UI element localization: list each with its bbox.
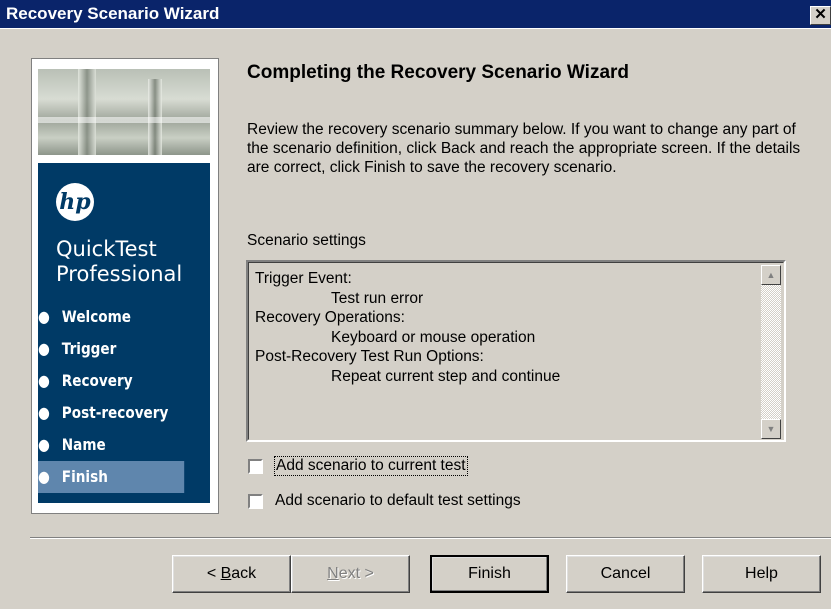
bullet-icon: ● xyxy=(38,339,50,358)
back-prefix: < xyxy=(206,565,221,582)
summary-post-value: Repeat current step and continue xyxy=(331,367,561,385)
summary-recovery-value: Keyboard or mouse operation xyxy=(331,328,536,346)
add-to-default-settings-label[interactable]: Add scenario to default test settings xyxy=(275,492,521,510)
back-button[interactable]: < Back xyxy=(172,555,291,593)
summary-post-heading: Post-Recovery Test Run Options: xyxy=(255,348,484,365)
add-to-current-test-checkbox[interactable] xyxy=(248,459,263,474)
step-label: Trigger xyxy=(61,339,117,358)
button-separator xyxy=(30,537,831,539)
back-mnemonic: B xyxy=(220,565,232,582)
bullet-icon: ● xyxy=(38,403,50,422)
back-rest: ack xyxy=(231,565,257,582)
summary-text: Trigger Event: Test run error Recovery O… xyxy=(255,269,560,386)
step-post-recovery: ● Post-recovery xyxy=(38,397,184,429)
product-line-2: Professional xyxy=(56,262,183,286)
bullet-icon: ● xyxy=(38,435,50,454)
wizard-steps: ● Welcome ● Trigger ● Recovery ● Post-recove… xyxy=(38,301,210,493)
help-button[interactable]: Help xyxy=(702,555,821,593)
arrow-up-icon: ▲ xyxy=(766,270,776,280)
bullet-icon: ● xyxy=(38,371,50,390)
arrow-down-icon: ▼ xyxy=(766,424,776,434)
scroll-down-button[interactable]: ▼ xyxy=(761,419,781,439)
intro-text: Review the recovery scenario summary bel… xyxy=(247,121,801,176)
step-trigger: ● Trigger xyxy=(38,333,184,365)
page-heading: Completing the Recovery Scenario Wizard xyxy=(247,62,630,83)
scroll-up-button[interactable]: ▲ xyxy=(761,265,781,285)
vertical-scrollbar[interactable]: ▲ ▼ xyxy=(761,265,781,439)
summary-trigger-heading: Trigger Event: xyxy=(255,270,352,287)
step-label: Recovery xyxy=(61,371,133,390)
step-recovery: ● Recovery xyxy=(38,365,184,397)
add-to-current-test-label[interactable]: Add scenario to current test xyxy=(274,456,468,476)
next-mnemonic: N xyxy=(327,565,339,582)
scenario-summary-box[interactable]: Trigger Event: Test run error Recovery O… xyxy=(246,260,786,442)
step-name: ● Name xyxy=(38,429,184,461)
step-label: Post-recovery xyxy=(61,403,169,422)
window-title: Recovery Scenario Wizard xyxy=(6,4,220,23)
step-label: Name xyxy=(61,435,106,454)
product-line-1: QuickTest xyxy=(56,237,157,261)
bullet-icon: ● xyxy=(38,467,50,486)
product-name: QuickTest Professional xyxy=(56,237,182,287)
step-finish: ● Finish xyxy=(38,461,185,493)
summary-trigger-value: Test run error xyxy=(331,289,424,307)
bullet-icon: ● xyxy=(38,307,50,326)
title-bar: Recovery Scenario Wizard ✕ xyxy=(0,0,831,29)
step-label: Welcome xyxy=(61,307,132,326)
step-label: Finish xyxy=(61,467,108,486)
add-to-default-settings-checkbox[interactable] xyxy=(248,494,263,509)
next-rest: ext > xyxy=(338,565,374,582)
scenario-settings-label: Scenario settings xyxy=(247,232,366,249)
step-welcome: ● Welcome xyxy=(38,301,184,333)
wizard-nav-panel: hp QuickTest Professional ● Welcome ● Trig… xyxy=(38,163,210,503)
next-button[interactable]: Next > xyxy=(291,555,410,593)
header-photo xyxy=(38,69,210,155)
cancel-button[interactable]: Cancel xyxy=(566,555,685,593)
close-button[interactable]: ✕ xyxy=(810,6,831,25)
hp-logo: hp xyxy=(56,183,94,221)
finish-button[interactable]: Finish xyxy=(430,555,549,593)
summary-recovery-heading: Recovery Operations: xyxy=(255,309,405,326)
close-icon: ✕ xyxy=(814,6,827,23)
